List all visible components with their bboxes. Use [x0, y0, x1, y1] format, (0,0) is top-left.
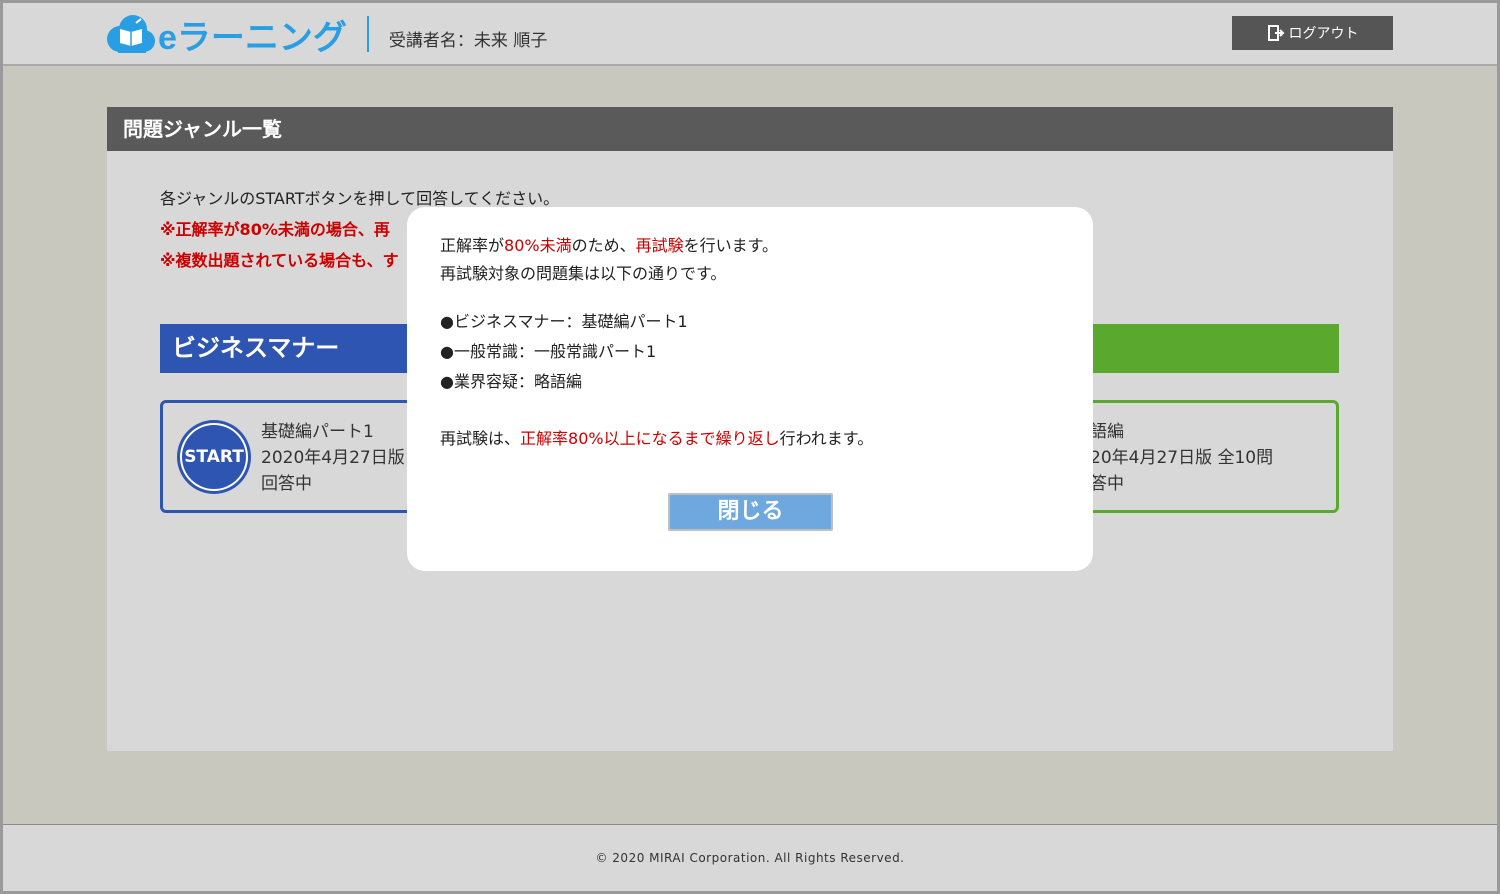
modal-text: 正解率が: [440, 236, 505, 255]
modal-highlight: 再試験: [635, 236, 684, 255]
quiz-status: 回答中: [261, 474, 312, 494]
retest-item: ●一般常識：一般常識パート1: [440, 342, 657, 361]
retest-item: ●ビジネスマナー：基礎編パート1: [440, 312, 688, 331]
logout-label: ログアウト: [1288, 26, 1359, 42]
header: eラーニング 受講者名：未来 順子 ログアウト: [3, 3, 1497, 66]
modal-line: 正解率が80%未満のため、再試験を行います。: [440, 232, 873, 260]
modal-highlight: 正解率80%以上になるまで繰り返し: [520, 429, 780, 448]
retest-item: ●業界容疑：略語編: [440, 372, 582, 391]
logout-icon: [1267, 25, 1284, 41]
modal-line: 再試験は、正解率80%以上になるまで繰り返し行われます。: [440, 425, 873, 453]
modal-text: を行います。: [683, 236, 779, 255]
page-title: 問題ジャンル一覧: [107, 107, 1393, 151]
quiz-version: 2020年4月27日版: [261, 448, 405, 468]
quiz-status: 答中: [1090, 474, 1124, 494]
quiz-info: 基礎編パート1 2020年4月27日版 回答中: [261, 419, 405, 497]
header-divider: [366, 16, 369, 52]
quiz-info: 語編 20年4月27日版 全10問 答中: [1090, 419, 1273, 497]
app-window: eラーニング 受講者名：未来 順子 ログアウト 問題ジャンル一覧 各ジャンルのS…: [0, 0, 1500, 894]
modal-line: 再試験対象の問題集は以下の通りです。: [440, 264, 727, 283]
book-cloud-icon: [106, 11, 156, 57]
logout-button[interactable]: ログアウト: [1232, 16, 1393, 50]
quiz-version: 20年4月27日版 全10問: [1090, 448, 1274, 468]
quiz-title: 基礎編パート1: [261, 422, 374, 442]
modal-text: のため、: [571, 236, 636, 255]
logo-text: eラーニング: [158, 18, 347, 57]
quiz-title: 語編: [1090, 422, 1124, 442]
close-button[interactable]: 閉じる: [668, 493, 833, 531]
start-button[interactable]: START: [177, 420, 251, 494]
modal-text: 行われます。: [779, 429, 874, 448]
logo: eラーニング 受講者名：未来 順子: [106, 9, 547, 59]
modal-body: 正解率が80%未満のため、再試験を行います。 再試験対象の問題集は以下の通りです…: [440, 232, 873, 453]
modal-text: 再試験は、: [440, 429, 521, 448]
retest-modal: 正解率が80%未満のため、再試験を行います。 再試験対象の問題集は以下の通りです…: [407, 207, 1093, 571]
modal-highlight: 80%未満: [504, 236, 572, 255]
user-name-label: 受講者名：未来 順子: [388, 30, 548, 51]
footer: © 2020 MIRAI Corporation. All Rights Res…: [3, 824, 1497, 891]
